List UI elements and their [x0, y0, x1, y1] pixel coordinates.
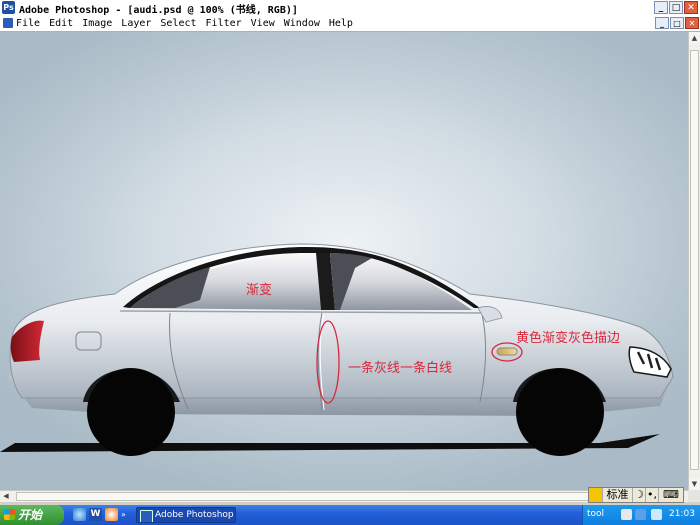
volume-icon[interactable] — [651, 509, 662, 520]
menu-image[interactable]: Image — [82, 18, 112, 29]
photoshop-task-icon — [140, 510, 153, 522]
word-icon[interactable]: W — [89, 508, 102, 521]
horizontal-scrollbar[interactable]: ◀ ▶ — [0, 490, 688, 502]
document-icon[interactable] — [3, 18, 13, 28]
title-bar: Ps Adobe Photoshop - [audi.psd @ 100% (书… — [0, 0, 700, 17]
media-icon[interactable] — [105, 508, 118, 521]
ime-toolbar[interactable]: 标准 ☽ •, ⌨ — [588, 487, 684, 503]
gradient-annotation: 渐变 — [246, 283, 273, 298]
keyboard-icon[interactable]: ⌨ — [659, 488, 683, 502]
ime-tray-icon[interactable] — [621, 509, 632, 520]
punctuation-icon[interactable]: •, — [646, 488, 659, 502]
system-tray: tool 21:03 — [582, 505, 700, 525]
menu-edit[interactable]: Edit — [49, 18, 73, 29]
clock[interactable]: 21:03 — [669, 509, 695, 519]
menu-filter[interactable]: Filter — [206, 18, 242, 29]
vertical-scrollbar[interactable]: ▲ ▼ — [688, 32, 700, 490]
close-button[interactable]: ✕ — [684, 1, 698, 14]
minimize-button[interactable]: _ — [654, 1, 668, 14]
start-button[interactable]: 开始 — [0, 505, 64, 525]
menu-bar: File Edit Image Layer Select Filter View… — [0, 16, 700, 32]
task-label: Adobe Photoshop ... — [155, 510, 235, 520]
doc-close-button[interactable]: ✕ — [685, 17, 699, 29]
menu-select[interactable]: Select — [160, 18, 196, 29]
menu-help[interactable]: Help — [329, 18, 353, 29]
tool-tray-icon[interactable] — [635, 509, 646, 520]
ime-mode-label[interactable]: 标准 — [603, 488, 633, 502]
menu-view[interactable]: View — [251, 18, 275, 29]
taskbar-photoshop-button[interactable]: Adobe Photoshop ... — [136, 507, 236, 523]
tray-tool-label[interactable]: tool — [587, 509, 604, 519]
scroll-up-arrow-icon[interactable]: ▲ — [689, 32, 700, 44]
windows-logo-icon — [4, 509, 15, 520]
moon-icon[interactable]: ☽ — [633, 488, 646, 502]
doc-minimize-button[interactable]: _ — [655, 17, 669, 29]
start-label: 开始 — [18, 508, 43, 522]
rear-wheel — [87, 368, 175, 456]
seam-annotation: 一条灰线一条白线 — [348, 361, 453, 376]
ime-logo-icon[interactable] — [589, 488, 603, 502]
quicklaunch-more-icon[interactable]: » — [121, 508, 129, 521]
front-wheel — [516, 368, 604, 456]
document-canvas[interactable]: 渐变 黄色渐变灰色描边 一条灰线一条白线 — [0, 32, 688, 490]
menu-file[interactable]: File — [16, 18, 40, 29]
photoshop-icon: Ps — [2, 1, 15, 14]
restore-button[interactable]: □ — [669, 1, 683, 14]
scroll-down-arrow-icon[interactable]: ▼ — [689, 478, 700, 490]
taskbar: 开始 W » Adobe Photoshop ... tool 21:03 — [0, 505, 700, 525]
doc-restore-button[interactable]: □ — [670, 17, 684, 29]
horizontal-scroll-thumb[interactable] — [16, 492, 672, 501]
vertical-scroll-thumb[interactable] — [690, 50, 699, 470]
window-title: Adobe Photoshop - [audi.psd @ 100% (书线, … — [19, 5, 298, 16]
desktop-icon[interactable] — [73, 508, 86, 521]
door-handle — [496, 347, 518, 356]
car-illustration — [0, 243, 674, 456]
handle-annotation: 黄色渐变灰色描边 — [516, 331, 621, 346]
scroll-corner — [688, 490, 700, 502]
menu-layer[interactable]: Layer — [121, 18, 151, 29]
menu-window[interactable]: Window — [284, 18, 320, 29]
scroll-left-arrow-icon[interactable]: ◀ — [0, 491, 12, 502]
